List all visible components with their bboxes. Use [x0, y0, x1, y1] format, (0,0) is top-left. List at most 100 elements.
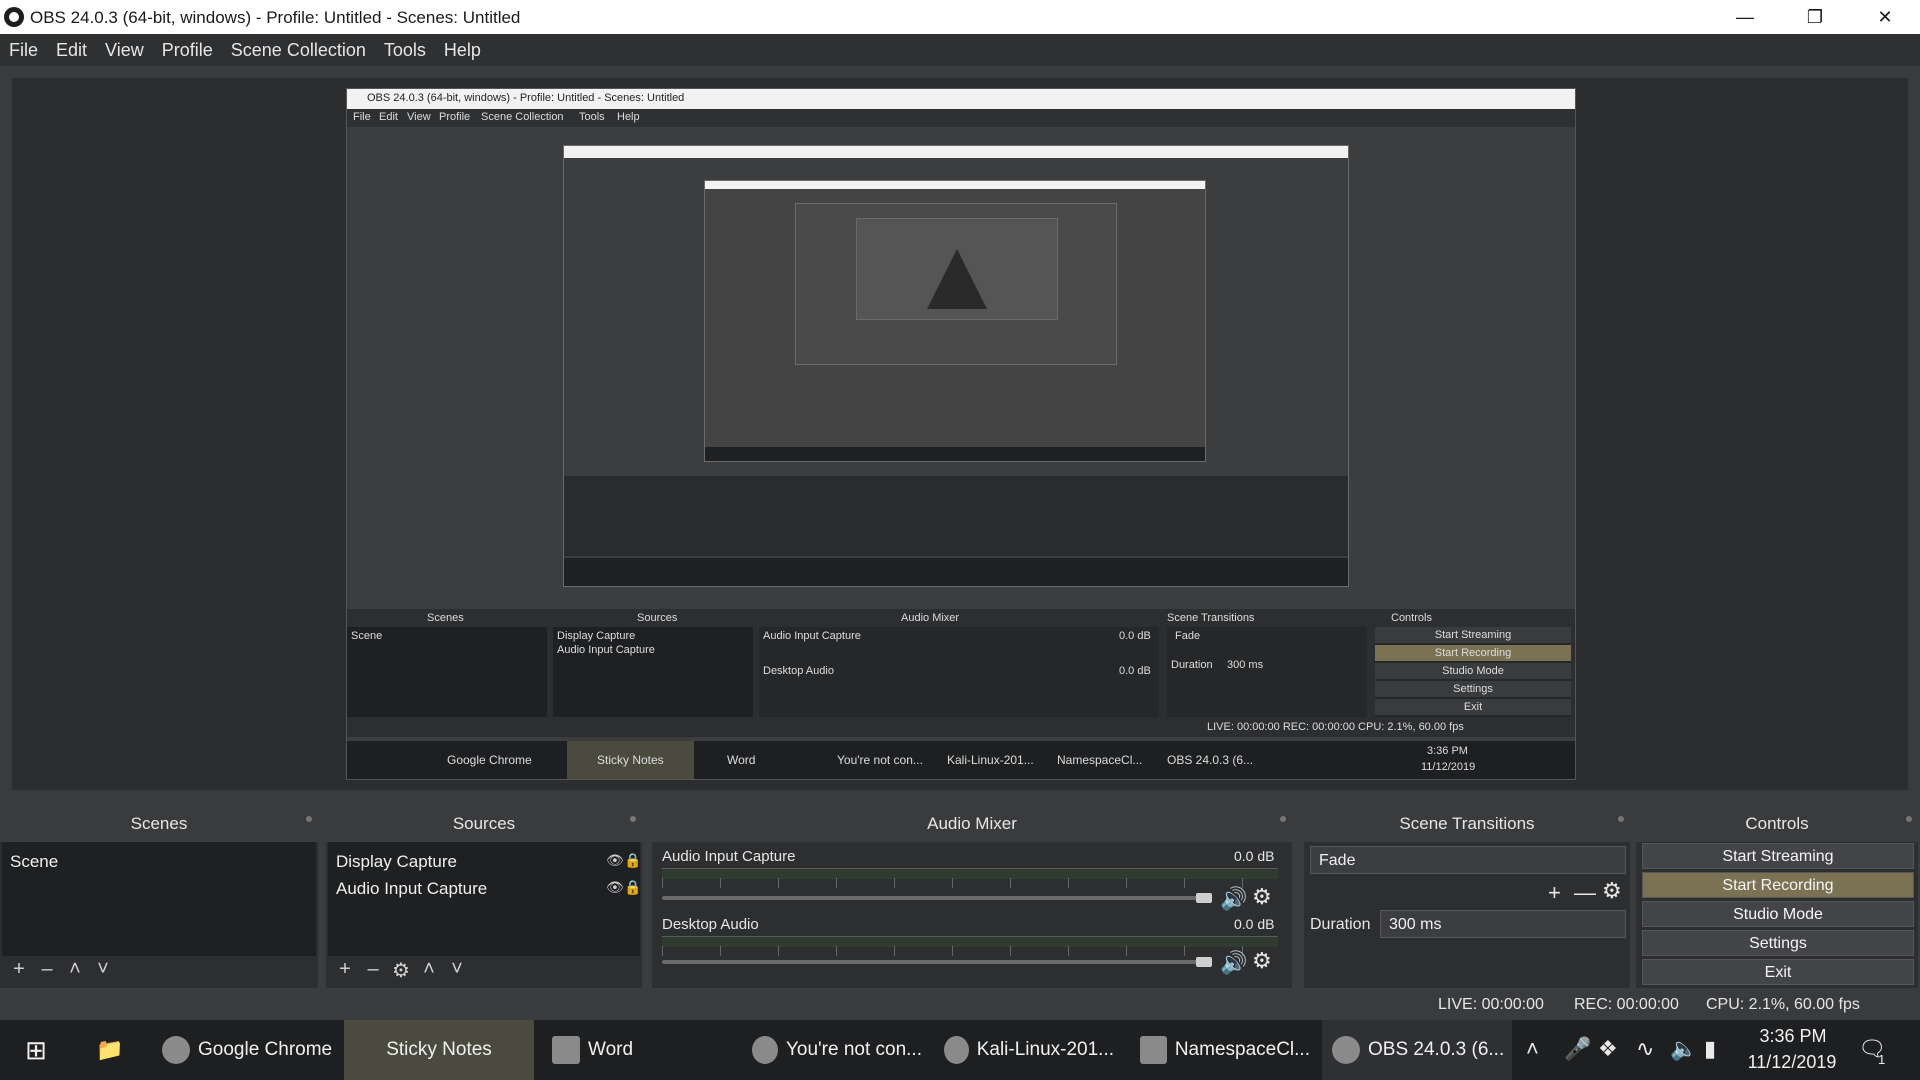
- nested-control-button: Settings: [1375, 681, 1571, 697]
- gear-icon[interactable]: ⚙: [1252, 884, 1272, 910]
- nested-clock-date: 11/12/2019: [1421, 761, 1476, 773]
- taskbar-item-namespace[interactable]: NamespaceCl...: [1140, 1020, 1310, 1080]
- taskbar-item-label: OBS 24.0.3 (6...: [1368, 1039, 1505, 1060]
- nested-taskbar-item: Word: [727, 753, 756, 767]
- close-icon[interactable]: ✕: [1850, 0, 1920, 34]
- microphone-icon[interactable]: 🎤: [1564, 1036, 1591, 1062]
- taskbar-item-sticky-notes[interactable]: Sticky Notes: [344, 1020, 534, 1080]
- move-down-icon[interactable]: ˅: [448, 958, 466, 983]
- dock-float-icon[interactable]: [306, 816, 312, 822]
- clock-time[interactable]: 3:36 PM: [1748, 1026, 1838, 1047]
- sources-toolbar: + – ⚙ ˄ ˅: [336, 958, 466, 983]
- scenes-dock-title: Scenes: [0, 806, 318, 842]
- taskbar-item-word[interactable]: Word: [552, 1020, 722, 1080]
- dropbox-icon[interactable]: ❖: [1598, 1036, 1618, 1062]
- speaker-icon[interactable]: 🔊: [1220, 950, 1247, 976]
- nested-taskbar: Google Chrome Sticky Notes Word You're n…: [347, 741, 1575, 779]
- nested-menu-scene-collection: Scene Collection: [481, 111, 564, 123]
- nested-title-bar: OBS 24.0.3 (64-bit, windows) - Profile: …: [347, 89, 1575, 109]
- volume-slider[interactable]: [662, 896, 1202, 900]
- move-down-icon[interactable]: ˅: [94, 958, 112, 981]
- volume-slider-handle[interactable]: [1196, 957, 1212, 967]
- transition-gear-icon[interactable]: ⚙: [1602, 878, 1622, 904]
- nested-audio-db: 0.0 dB: [1119, 630, 1151, 642]
- sources-list[interactable]: Display Capture Audio Input Capture 👁 🔒 …: [328, 842, 641, 956]
- menu-tools[interactable]: Tools: [375, 40, 435, 61]
- add-source-icon[interactable]: +: [336, 958, 354, 983]
- remove-scene-icon[interactable]: –: [38, 958, 56, 981]
- source-item[interactable]: Audio Input Capture: [336, 879, 487, 899]
- volume-icon[interactable]: 🔈: [1670, 1036, 1697, 1062]
- start-streaming-button[interactable]: Start Streaming: [1642, 843, 1914, 869]
- taskbar-item-kali[interactable]: Kali-Linux-201...: [944, 1020, 1114, 1080]
- obs-icon: [1332, 1036, 1360, 1064]
- lock-icon[interactable]: 🔒: [624, 879, 641, 896]
- live-status: LIVE: 00:00:00: [1438, 996, 1544, 1013]
- nested-audio-mixer: Audio Input Capture 0.0 dB Desktop Audio…: [759, 627, 1159, 717]
- speaker-icon[interactable]: 🔊: [1220, 886, 1247, 912]
- dock-float-icon[interactable]: [630, 816, 636, 822]
- nested-transitions: Fade Duration 300 ms: [1167, 627, 1367, 717]
- scenes-list[interactable]: Scene: [2, 842, 316, 956]
- nested-duration: 300 ms: [1227, 659, 1264, 671]
- move-up-icon[interactable]: ˄: [66, 958, 84, 981]
- wifi-icon[interactable]: ∿: [1636, 1036, 1654, 1062]
- start-recording-button[interactable]: Start Recording: [1642, 872, 1914, 898]
- title-bar: OBS 24.0.3 (64-bit, windows) - Profile: …: [0, 0, 1920, 34]
- nested-preview-2: [563, 145, 1349, 587]
- menu-help[interactable]: Help: [435, 40, 490, 61]
- scene-item[interactable]: Scene: [10, 852, 58, 872]
- namespace-icon: [1140, 1036, 1167, 1064]
- battery-icon[interactable]: ▮: [1704, 1036, 1716, 1062]
- eye-icon[interactable]: 👁: [606, 852, 624, 869]
- restore-icon[interactable]: ❐: [1780, 0, 1850, 34]
- move-up-icon[interactable]: ˄: [420, 958, 438, 983]
- nested-taskbar-item: NamespaceCl...: [1057, 753, 1143, 767]
- settings-button[interactable]: Settings: [1642, 930, 1914, 956]
- add-transition-icon[interactable]: +: [1548, 880, 1561, 906]
- dock-float-icon[interactable]: [1618, 816, 1624, 822]
- gear-icon[interactable]: ⚙: [1252, 948, 1272, 974]
- nested-docks-2: [564, 476, 1348, 556]
- eye-icon[interactable]: 👁: [606, 879, 624, 896]
- scenes-dock: Scenes Scene + – ˄ ˅: [0, 806, 318, 988]
- menu-edit[interactable]: Edit: [47, 40, 96, 61]
- taskbar-item-edge[interactable]: You're not con...: [752, 1020, 922, 1080]
- volume-slider-handle[interactable]: [1196, 893, 1212, 903]
- duration-label: Duration: [1310, 916, 1371, 933]
- taskbar-item-obs[interactable]: OBS 24.0.3 (6...: [1322, 1020, 1512, 1080]
- transition-select[interactable]: Fade: [1310, 846, 1626, 874]
- dock-float-icon[interactable]: [1906, 816, 1912, 822]
- lock-icon[interactable]: 🔒: [624, 852, 641, 869]
- nested-audio-db: 0.0 dB: [1119, 665, 1151, 677]
- add-scene-icon[interactable]: +: [10, 958, 28, 981]
- taskbar-item-label: NamespaceCl...: [1174, 1039, 1310, 1060]
- file-explorer-icon[interactable]: 📁: [88, 1020, 132, 1080]
- taskbar-item-chrome[interactable]: Google Chrome: [158, 1020, 342, 1080]
- start-windows-icon[interactable]: ⊞: [14, 1020, 58, 1080]
- nested-scene-item: Scene: [351, 630, 383, 642]
- chevron-up-icon[interactable]: ˄: [1526, 1036, 1539, 1062]
- menu-profile[interactable]: Profile: [153, 40, 222, 61]
- taskbar-item-label: You're not con...: [785, 1039, 922, 1060]
- window-title: OBS 24.0.3 (64-bit, windows) - Profile: …: [30, 8, 521, 27]
- menu-scene-collection[interactable]: Scene Collection: [222, 40, 375, 61]
- word-icon: [552, 1036, 580, 1064]
- preview-display[interactable]: OBS 24.0.3 (64-bit, windows) - Profile: …: [346, 88, 1576, 780]
- cpu-status: CPU: 2.1%, 60.00 fps: [1706, 996, 1860, 1013]
- nested-status: LIVE: 00:00:00 REC: 00:00:00 CPU: 2.1%, …: [1207, 721, 1464, 733]
- dock-float-icon[interactable]: [1280, 816, 1286, 822]
- volume-slider[interactable]: [662, 960, 1202, 964]
- minimize-icon[interactable]: —: [1710, 0, 1780, 34]
- remove-transition-icon[interactable]: —: [1574, 880, 1596, 906]
- remove-source-icon[interactable]: –: [364, 958, 382, 983]
- clock-date[interactable]: 11/12/2019: [1742, 1052, 1842, 1073]
- menu-view[interactable]: View: [96, 40, 153, 61]
- duration-input[interactable]: 300 ms: [1380, 910, 1626, 938]
- menu-file[interactable]: File: [0, 40, 47, 61]
- taskbar-item-label: Sticky Notes: [386, 1039, 492, 1060]
- source-properties-gear-icon[interactable]: ⚙: [392, 958, 410, 983]
- studio-mode-button[interactable]: Studio Mode: [1642, 901, 1914, 927]
- source-item[interactable]: Display Capture: [336, 852, 457, 872]
- exit-button[interactable]: Exit: [1642, 959, 1914, 985]
